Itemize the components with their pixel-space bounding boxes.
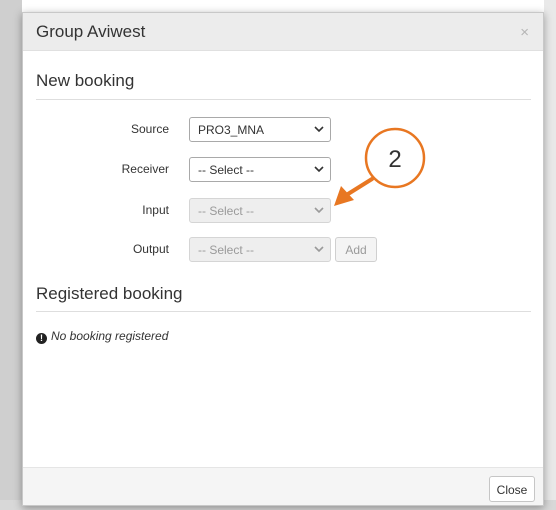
output-label: Output (132, 242, 169, 256)
booking-modal: Group Aviwest × New booking Source PRO3_… (22, 12, 544, 506)
add-button[interactable]: Add (335, 237, 377, 262)
background-page-right (544, 0, 556, 510)
receiver-select-value: -- Select -- (198, 163, 255, 177)
input-select-value: -- Select -- (198, 204, 255, 218)
source-select-value: PRO3_MNA (198, 123, 265, 137)
registered-booking-title: Registered booking (36, 284, 183, 303)
modal-title: Group Aviwest (36, 22, 146, 41)
background-page-left (0, 0, 22, 510)
chevron-down-icon (314, 166, 324, 173)
input-select[interactable]: -- Select -- (189, 198, 331, 223)
receiver-select[interactable]: -- Select -- (189, 157, 331, 182)
source-select[interactable]: PRO3_MNA (189, 117, 331, 142)
exclamation-circle-icon: ! (36, 333, 47, 344)
source-label: Source (130, 122, 169, 136)
chevron-down-icon (314, 126, 324, 133)
empty-booking-text: No booking registered (51, 329, 169, 343)
chevron-down-icon (314, 207, 324, 214)
close-icon[interactable]: × (520, 24, 529, 41)
input-label: Input (142, 203, 169, 217)
chevron-down-icon (314, 246, 324, 253)
empty-booking-message: ! No booking registered (36, 329, 168, 344)
close-button[interactable]: Close (489, 476, 535, 502)
new-booking-title: New booking (36, 71, 135, 90)
modal-footer: Close (23, 467, 543, 505)
output-select-value: -- Select -- (198, 243, 255, 257)
receiver-label: Receiver (121, 162, 169, 176)
section-divider (36, 311, 531, 312)
modal-header: Group Aviwest × (23, 13, 543, 51)
section-divider (36, 99, 531, 100)
output-select[interactable]: -- Select -- (189, 237, 331, 262)
